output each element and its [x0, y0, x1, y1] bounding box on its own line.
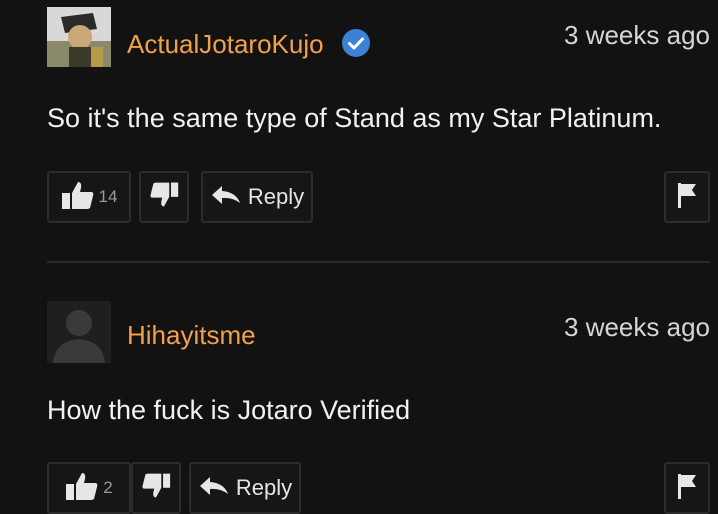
comment-text: So it's the same type of Stand as my Sta… [47, 103, 662, 133]
flag-icon [676, 181, 698, 214]
downvote-button[interactable] [131, 462, 181, 514]
username[interactable]: Hihayitsme [127, 320, 256, 351]
username-text[interactable]: Hihayitsme [127, 320, 256, 350]
thumbs-up-icon [61, 180, 95, 215]
flag-button[interactable] [664, 171, 710, 223]
username[interactable]: ActualJotaroKujo [127, 29, 371, 61]
timestamp: 3 weeks ago [564, 312, 710, 342]
default-user-avatar-image [47, 301, 111, 363]
reply-label: Reply [247, 184, 305, 209]
reply-button[interactable]: Reply [189, 462, 301, 514]
thumbs-up-icon [65, 471, 99, 506]
comment-2: Hihayitsme 3 weeks ago How the fuck is J… [0, 262, 718, 514]
reply-button[interactable]: Reply [201, 171, 313, 223]
reply-arrow-icon [210, 184, 242, 211]
comment-text: How the fuck is Jotaro Verified [47, 395, 411, 425]
reply-label: Reply [235, 475, 293, 500]
timestamp: 3 weeks ago [564, 20, 710, 50]
thumbs-down-icon [141, 472, 171, 505]
thumbs-down-icon [149, 181, 179, 214]
reply-arrow-icon [198, 475, 230, 502]
character-avatar-image [47, 7, 111, 67]
user-avatar[interactable] [47, 7, 111, 67]
user-avatar[interactable] [47, 301, 111, 363]
flag-button[interactable] [664, 462, 710, 514]
verified-badge-icon [341, 28, 371, 58]
upvote-button[interactable]: 2 [47, 462, 131, 514]
flag-icon [676, 472, 698, 505]
downvote-button[interactable] [139, 171, 189, 223]
upvote-button[interactable]: 14 [47, 171, 131, 223]
username-text[interactable]: ActualJotaroKujo [127, 29, 324, 59]
upvote-count: 2 [103, 478, 113, 497]
comment-1: ActualJotaroKujo 3 weeks ago So it's the… [0, 0, 718, 262]
upvote-count: 14 [98, 187, 118, 206]
